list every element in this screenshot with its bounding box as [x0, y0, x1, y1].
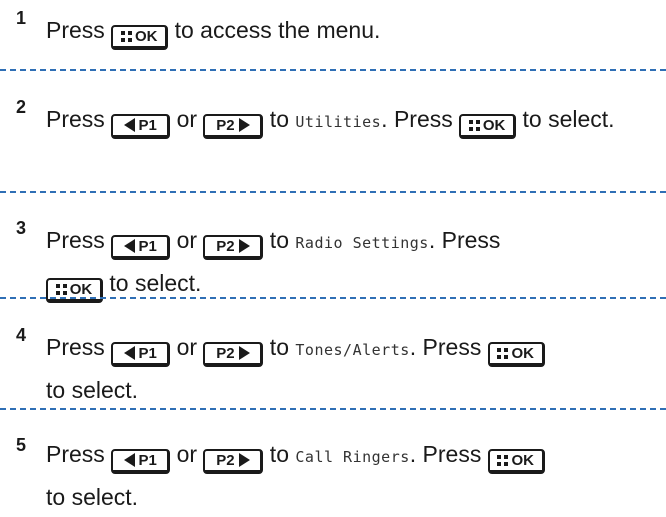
right-p2-key-icon: P2 — [203, 342, 264, 367]
instruction-text: Press — [46, 441, 112, 467]
menu-grid-icon — [55, 284, 67, 295]
key-label: P1 — [138, 117, 157, 134]
instruction-text: Press — [46, 106, 112, 132]
left-p1-key-icon: P1 — [111, 342, 171, 367]
step-divider — [0, 297, 666, 299]
menu-ok-key-icon: OK — [487, 449, 545, 474]
menu-grid-icon — [497, 348, 509, 359]
instruction-text: . Press — [428, 227, 501, 253]
instruction-text: to — [263, 106, 296, 132]
instruction-text: to select. — [103, 270, 202, 296]
right-arrow-icon — [238, 239, 250, 253]
key-label: P1 — [138, 452, 157, 469]
step-divider — [0, 191, 666, 193]
key-label: OK — [511, 345, 534, 362]
right-p2-key-icon: P2 — [203, 449, 264, 474]
right-arrow-icon — [238, 346, 250, 360]
left-p1-key-icon: P1 — [111, 235, 171, 260]
left-p1-key-icon: P1 — [111, 449, 171, 474]
instruction-text: or — [170, 227, 204, 253]
right-p2-key-icon: P2 — [203, 114, 264, 139]
instruction-text: . Press — [381, 106, 460, 132]
instruction-text: to select. — [46, 484, 139, 510]
instruction-text: Press — [46, 17, 112, 43]
step-instruction: Press P1 or P2 to Radio Settings. Press O… — [46, 220, 658, 303]
instruction-text: to select. — [46, 377, 139, 403]
menu-grid-icon — [120, 31, 132, 42]
instruction-text: Press — [46, 334, 112, 360]
key-label: P1 — [138, 345, 157, 362]
step-number: 2 — [16, 97, 27, 117]
menu-ok-key-icon: OK — [459, 114, 517, 139]
left-arrow-icon — [123, 346, 135, 360]
left-arrow-icon — [123, 239, 135, 253]
key-label: OK — [134, 28, 158, 45]
instruction-text: or — [170, 441, 204, 467]
menu-item-name: Call Ringers — [295, 448, 410, 466]
key-label: OK — [511, 452, 534, 469]
menu-ok-key-icon: OK — [46, 278, 103, 303]
instruction-text: to select. — [516, 106, 615, 132]
step-instruction: Press P1 or P2 to Call Ringers. Press OK… — [46, 434, 658, 517]
instruction-text: Press — [46, 227, 112, 253]
right-p2-key-icon: P2 — [203, 235, 264, 260]
key-label: P1 — [138, 238, 157, 255]
step-instruction: Press P1 or P2 to Tones/Alerts. Press OK… — [46, 327, 658, 410]
step-number: 5 — [16, 435, 27, 455]
key-label: P2 — [216, 238, 235, 255]
step-number: 1 — [16, 8, 27, 28]
key-label: OK — [69, 281, 93, 298]
instruction-text: to — [263, 227, 296, 253]
menu-ok-key-icon: OK — [487, 342, 545, 367]
menu-item-name: Utilities — [295, 113, 382, 131]
menu-grid-icon — [468, 120, 480, 131]
key-label: P2 — [216, 452, 235, 469]
left-p1-key-icon: P1 — [111, 114, 171, 139]
instruction-text: to — [263, 441, 296, 467]
key-label: OK — [482, 117, 506, 134]
menu-grid-icon — [497, 455, 509, 466]
step-number: 4 — [16, 325, 27, 345]
right-arrow-icon — [238, 453, 250, 467]
instruction-text: to — [263, 334, 296, 360]
left-arrow-icon — [123, 453, 135, 467]
menu-ok-key-icon: OK — [111, 25, 169, 50]
key-label: P2 — [216, 117, 235, 134]
key-label: P2 — [216, 345, 235, 362]
step-divider — [0, 408, 666, 410]
instruction-text: or — [170, 334, 204, 360]
step-instruction: Press OK to access the menu. — [46, 10, 658, 50]
instruction-text: or — [170, 106, 204, 132]
left-arrow-icon — [123, 118, 135, 132]
right-arrow-icon — [238, 118, 250, 132]
menu-item-name: Tones/Alerts — [295, 341, 410, 359]
menu-item-name: Radio Settings — [295, 234, 429, 252]
instruction-text: . Press — [409, 334, 488, 360]
step-instruction: Press P1 or P2 to Utilities. Press OK to… — [46, 99, 658, 142]
step-number: 3 — [16, 218, 27, 238]
step-divider — [0, 69, 666, 71]
instruction-text: to access the menu. — [168, 17, 381, 43]
instruction-text: . Press — [409, 441, 488, 467]
